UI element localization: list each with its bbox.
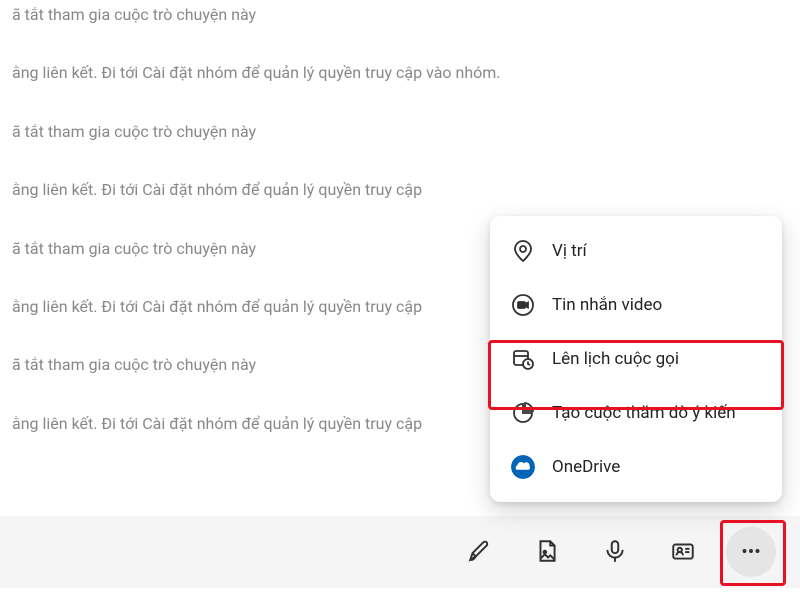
video-message-icon (510, 292, 536, 318)
message-line: ã tắt tham gia cuộc trò chuyện này (12, 117, 788, 147)
message-line: ằng liên kết. Đi tới Cài đặt nhóm để quả… (12, 58, 788, 88)
pie-chart-icon (510, 400, 536, 426)
composer-bar (0, 516, 800, 588)
menu-item-schedule-call[interactable]: Lên lịch cuộc gọi (490, 332, 782, 386)
onedrive-icon (510, 454, 536, 480)
menu-item-label: Lên lịch cuộc gọi (552, 348, 762, 370)
menu-item-onedrive[interactable]: OneDrive (490, 440, 782, 494)
calendar-clock-icon (510, 346, 536, 372)
file-image-icon (534, 538, 560, 567)
menu-item-label: Tin nhắn video (552, 294, 762, 316)
menu-item-label: Vị trí (552, 240, 762, 262)
pen-icon (466, 538, 492, 567)
more-options-button[interactable] (726, 527, 776, 577)
menu-item-create-poll[interactable]: Tạo cuộc thăm dò ý kiến (490, 386, 782, 440)
menu-item-location[interactable]: Vị trí (490, 224, 782, 278)
contact-card-button[interactable] (658, 527, 708, 577)
menu-item-video-message[interactable]: Tin nhắn video (490, 278, 782, 332)
format-button[interactable] (454, 527, 504, 577)
voice-message-button[interactable] (590, 527, 640, 577)
message-line: ã tắt tham gia cuộc trò chuyện này (12, 0, 788, 30)
location-pin-icon (510, 238, 536, 264)
message-line: ằng liên kết. Đi tới Cài đặt nhóm để quả… (12, 175, 788, 205)
dots-horizontal-icon (738, 538, 764, 567)
menu-item-label: OneDrive (552, 456, 762, 478)
microphone-icon (602, 538, 628, 567)
contact-card-icon (670, 538, 696, 567)
more-options-menu: Vị trí Tin nhắn video Lên lịch cuộc gọi (490, 216, 782, 502)
menu-item-label: Tạo cuộc thăm dò ý kiến (552, 402, 762, 424)
attach-file-button[interactable] (522, 527, 572, 577)
